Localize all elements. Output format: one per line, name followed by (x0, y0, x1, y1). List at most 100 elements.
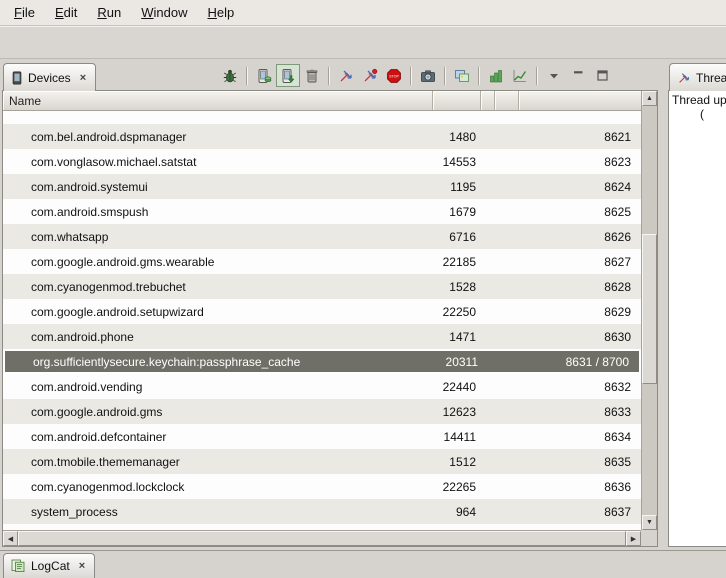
table-row[interactable]: com.google.android.setupwizard 22250 862… (3, 299, 641, 324)
menu-help[interactable]: Help (197, 0, 244, 25)
vertical-scroll-track[interactable] (642, 106, 657, 515)
process-port: 8634 (519, 424, 641, 449)
menu-file[interactable]: File (4, 0, 45, 25)
table-row[interactable]: com.bel.android.dspmanager 1480 8621 (3, 124, 641, 149)
process-port: 8635 (519, 449, 641, 474)
horizontal-scroll-thumb[interactable] (18, 531, 626, 546)
process-port: 8632 (519, 374, 641, 399)
process-pid: 1679 (433, 199, 481, 224)
main-toolbar (0, 26, 726, 59)
process-port: 8628 (519, 274, 641, 299)
sysinfo-chart-button[interactable] (508, 64, 532, 87)
table-row[interactable]: com.cyanogenmod.lockclock 22265 8636 (3, 474, 641, 499)
process-name: com.google.android.gms (3, 399, 433, 424)
close-icon[interactable]: × (77, 560, 87, 572)
process-port: 8637 (519, 499, 641, 524)
column-header-port[interactable] (519, 91, 641, 110)
threads-view-header: Threa (666, 59, 726, 90)
close-icon[interactable]: × (78, 72, 88, 84)
process-port: 8623 (519, 149, 641, 174)
menu-run[interactable]: Run (87, 0, 131, 25)
profiling-arrows-icon (362, 68, 378, 84)
process-name: com.android.smspush (3, 199, 433, 224)
threads-icon (677, 71, 691, 85)
process-name: system_process (3, 499, 433, 524)
menu-window[interactable]: Window (131, 0, 197, 25)
process-pid: 6716 (433, 224, 481, 249)
process-port: 8626 (519, 224, 641, 249)
table-row-selected[interactable]: org.sufficientlysecure.keychain:passphra… (3, 349, 641, 374)
column-header-name[interactable]: Name (3, 91, 433, 110)
bug-icon (222, 68, 238, 84)
process-name: com.google.android.setupwizard (3, 299, 433, 324)
process-pid: 22185 (433, 249, 481, 274)
update-heap-button[interactable] (252, 64, 276, 87)
svg-text:STOP: STOP (389, 74, 399, 78)
overlapping-images-icon (454, 68, 470, 84)
process-port: 8629 (519, 299, 641, 324)
table-row[interactable]: com.android.phone 1471 8630 (3, 324, 641, 349)
table-row[interactable]: com.google.android.gms.wearable 22185 86… (3, 249, 641, 274)
process-pid: 964 (433, 499, 481, 524)
method-profiling-button[interactable] (358, 64, 382, 87)
scroll-down-button[interactable]: ▼ (642, 515, 657, 530)
table-row[interactable]: com.google.android.gms 12623 8633 (3, 399, 641, 424)
table-row[interactable]: com.cyanogenmod.trebuchet 1528 8628 (3, 274, 641, 299)
minimize-view-button[interactable] (566, 64, 590, 87)
toolbar-separator (246, 67, 248, 85)
column-header-spacer2[interactable] (495, 91, 519, 110)
table-row[interactable]: com.android.systemui 1195 8624 (3, 174, 641, 199)
phone-heap-icon (256, 68, 272, 84)
update-threads-button[interactable] (334, 64, 358, 87)
maximize-view-button[interactable] (590, 64, 614, 87)
tab-threads[interactable]: Threa (669, 63, 726, 91)
process-name: com.vonglasow.michael.satstat (3, 149, 433, 174)
threads-message-continued: ( (700, 107, 726, 121)
table-row[interactable]: com.android.smspush 1679 8625 (3, 199, 641, 224)
threads-view: Threa Thread up ( (666, 59, 726, 549)
scroll-right-button[interactable]: ▶ (626, 531, 641, 546)
process-pid: 1195 (433, 174, 481, 199)
sysinfo-bars-button[interactable] (484, 64, 508, 87)
table-row[interactable]: com.android.vending 22440 8632 (3, 374, 641, 399)
table-row[interactable]: com.android.defcontainer 14411 8634 (3, 424, 641, 449)
scroll-left-button[interactable]: ◀ (3, 531, 18, 546)
screen-capture-button[interactable] (416, 64, 440, 87)
camera-icon (420, 68, 436, 84)
stop-process-button[interactable]: STOP (382, 64, 406, 87)
tab-logcat[interactable]: LogCat × (3, 553, 95, 578)
scroll-up-button[interactable]: ▲ (642, 91, 657, 106)
process-name: com.cyanogenmod.lockclock (3, 474, 433, 499)
toolbar-separator (410, 67, 412, 85)
process-name: com.whatsapp (3, 224, 433, 249)
table-row[interactable]: system_process 964 8637 (3, 499, 641, 524)
green-bars-icon (488, 68, 504, 84)
maximize-icon (597, 70, 608, 81)
threads-arrows-icon (338, 68, 354, 84)
column-header-pid[interactable] (433, 91, 481, 110)
chevron-down-icon (549, 72, 559, 80)
vertical-scrollbar[interactable]: ▲ ▼ (641, 91, 657, 530)
menu-edit[interactable]: Edit (45, 0, 87, 25)
table-row[interactable]: com.whatsapp 6716 8626 (3, 224, 641, 249)
debug-process-button[interactable] (218, 64, 242, 87)
logcat-icon (11, 559, 26, 573)
view-menu-button[interactable] (542, 64, 566, 87)
phone-dump-icon (280, 68, 296, 84)
column-header-spacer1[interactable] (481, 91, 495, 110)
table-row[interactable]: com.vonglasow.michael.satstat 14553 8623 (3, 149, 641, 174)
process-port: 8630 (519, 324, 641, 349)
row-spacer (3, 111, 641, 124)
dump-hprof-button[interactable] (276, 64, 300, 87)
tab-devices[interactable]: Devices × (3, 63, 96, 91)
cause-gc-button[interactable] (300, 64, 324, 87)
process-name: com.google.android.gms.wearable (3, 249, 433, 274)
table-row[interactable]: com.tmobile.thememanager 1512 8635 (3, 449, 641, 474)
minimize-icon (573, 70, 584, 81)
process-pid: 1512 (433, 449, 481, 474)
capture-views-button[interactable] (450, 64, 474, 87)
line-chart-icon (512, 68, 528, 84)
process-port: 8633 (519, 399, 641, 424)
vertical-scroll-thumb[interactable] (642, 234, 657, 384)
horizontal-scrollbar[interactable]: ◀ ▶ (3, 530, 641, 546)
